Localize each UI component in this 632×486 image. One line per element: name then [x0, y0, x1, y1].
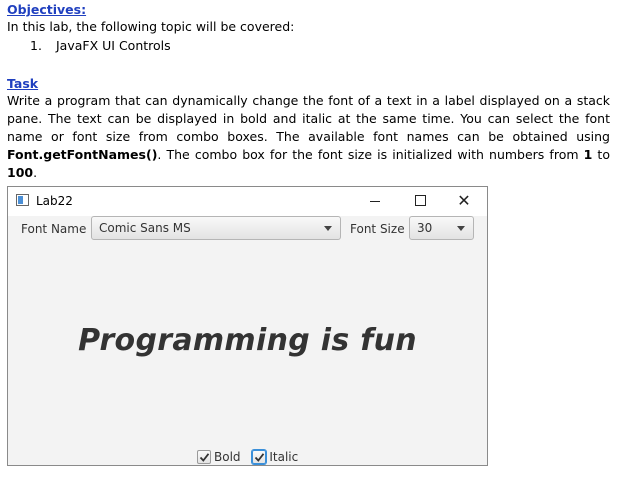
bold-label: Bold — [214, 449, 241, 464]
app-window: Lab22 ✕ Font Name Comic Sans MS Font Siz… — [7, 186, 488, 466]
italic-label: Italic — [269, 449, 299, 464]
task-text: Write a program that can dynamically cha… — [7, 92, 610, 182]
task-part3: to — [592, 147, 610, 162]
objectives-heading: Objectives: — [7, 2, 87, 17]
intro-text: In this lab, the following topic will be… — [7, 19, 295, 34]
close-icon: ✕ — [457, 191, 471, 210]
task-part2: . The combo box for the font size is ini… — [157, 147, 584, 162]
app-icon — [16, 194, 29, 206]
checkmark-icon — [255, 452, 265, 462]
font-size-value: 30 — [417, 221, 433, 235]
list-number: 1. — [30, 38, 42, 53]
task-part4: . — [33, 165, 38, 180]
bold-checkbox[interactable]: Bold — [197, 449, 247, 464]
font-name-value: Comic Sans MS — [99, 221, 191, 235]
minimize-icon — [370, 200, 380, 202]
bold-check-box[interactable] — [197, 449, 211, 464]
font-name-combo[interactable]: Comic Sans MS — [91, 216, 341, 240]
maximize-icon — [414, 194, 426, 206]
maximize-button[interactable] — [405, 192, 435, 210]
checkmark-icon — [199, 452, 210, 462]
close-button[interactable]: ✕ — [449, 192, 479, 210]
style-checkboxes: Bold Italic — [197, 449, 306, 464]
display-label: Programming is fun — [78, 323, 417, 358]
minimize-button[interactable] — [360, 192, 390, 210]
chevron-down-icon — [324, 226, 332, 231]
font-size-combo[interactable]: 30 — [409, 216, 474, 240]
task-num2: 100 — [7, 165, 34, 180]
task-heading: Task — [7, 76, 39, 91]
italic-checkbox[interactable]: Italic — [252, 449, 304, 464]
title-bar[interactable]: Lab22 ✕ — [8, 187, 487, 216]
task-part1: Write a program that can dynamically cha… — [7, 93, 610, 144]
window-title: Lab22 — [36, 194, 73, 208]
chevron-down-icon — [457, 226, 465, 231]
list-item: 1. JavaFX UI Controls — [30, 37, 171, 55]
italic-check-box[interactable] — [252, 449, 267, 464]
task-code: Font.getFontNames() — [7, 147, 158, 162]
font-size-label: Font Size — [350, 222, 405, 236]
list-item-text: JavaFX UI Controls — [56, 38, 171, 53]
font-name-label: Font Name — [21, 222, 87, 236]
